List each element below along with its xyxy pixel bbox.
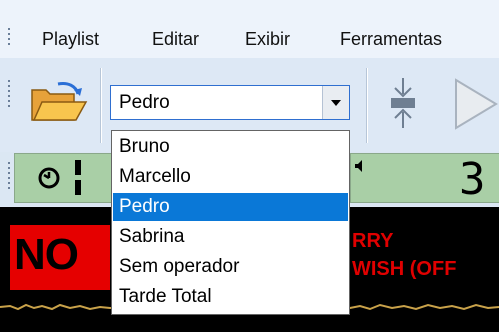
play-icon[interactable] [446,74,499,134]
now-playing-line1: RRY [352,230,394,252]
option-sabrina[interactable]: Sabrina [113,223,348,251]
menubar-grip[interactable] [8,28,11,48]
option-tarde-total[interactable]: Tarde Total [113,283,348,311]
digit-segment [73,160,83,196]
collapse-icon[interactable] [383,76,423,130]
menu-bar: Playlist Editar Exibir Ferramentas [0,0,499,58]
counter-display: 3 [350,153,499,205]
operator-combobox-value: Pedro [119,92,170,113]
speaker-icon [353,158,369,174]
option-pedro[interactable]: Pedro [113,193,348,221]
toolbar-separator [366,68,368,143]
option-marcello[interactable]: Marcello [113,163,348,191]
on-air-label: NO [14,230,79,279]
chevron-down-icon [331,100,341,106]
menu-ferramentas[interactable]: Ferramentas [340,28,442,50]
operator-combobox[interactable]: Pedro [110,85,350,120]
dropdown-button[interactable] [322,86,349,119]
menu-editar[interactable]: Editar [152,28,199,50]
counter-digit: 3 [459,154,486,205]
option-bruno[interactable]: Bruno [113,133,348,161]
open-folder-icon[interactable] [28,80,88,130]
now-playing-line2: WISH (OFF [352,258,457,280]
menu-exibir[interactable]: Exibir [245,28,290,50]
option-sem-operador[interactable]: Sem operador [113,253,348,281]
status-grip[interactable] [8,162,11,192]
clock-icon [37,166,61,190]
menu-playlist[interactable]: Playlist [42,28,99,50]
clock-display [14,153,112,203]
operator-dropdown-list[interactable]: Bruno Marcello Pedro Sabrina Sem operado… [111,130,350,315]
toolbar-grip[interactable] [8,80,11,110]
toolbar-separator [100,68,102,143]
